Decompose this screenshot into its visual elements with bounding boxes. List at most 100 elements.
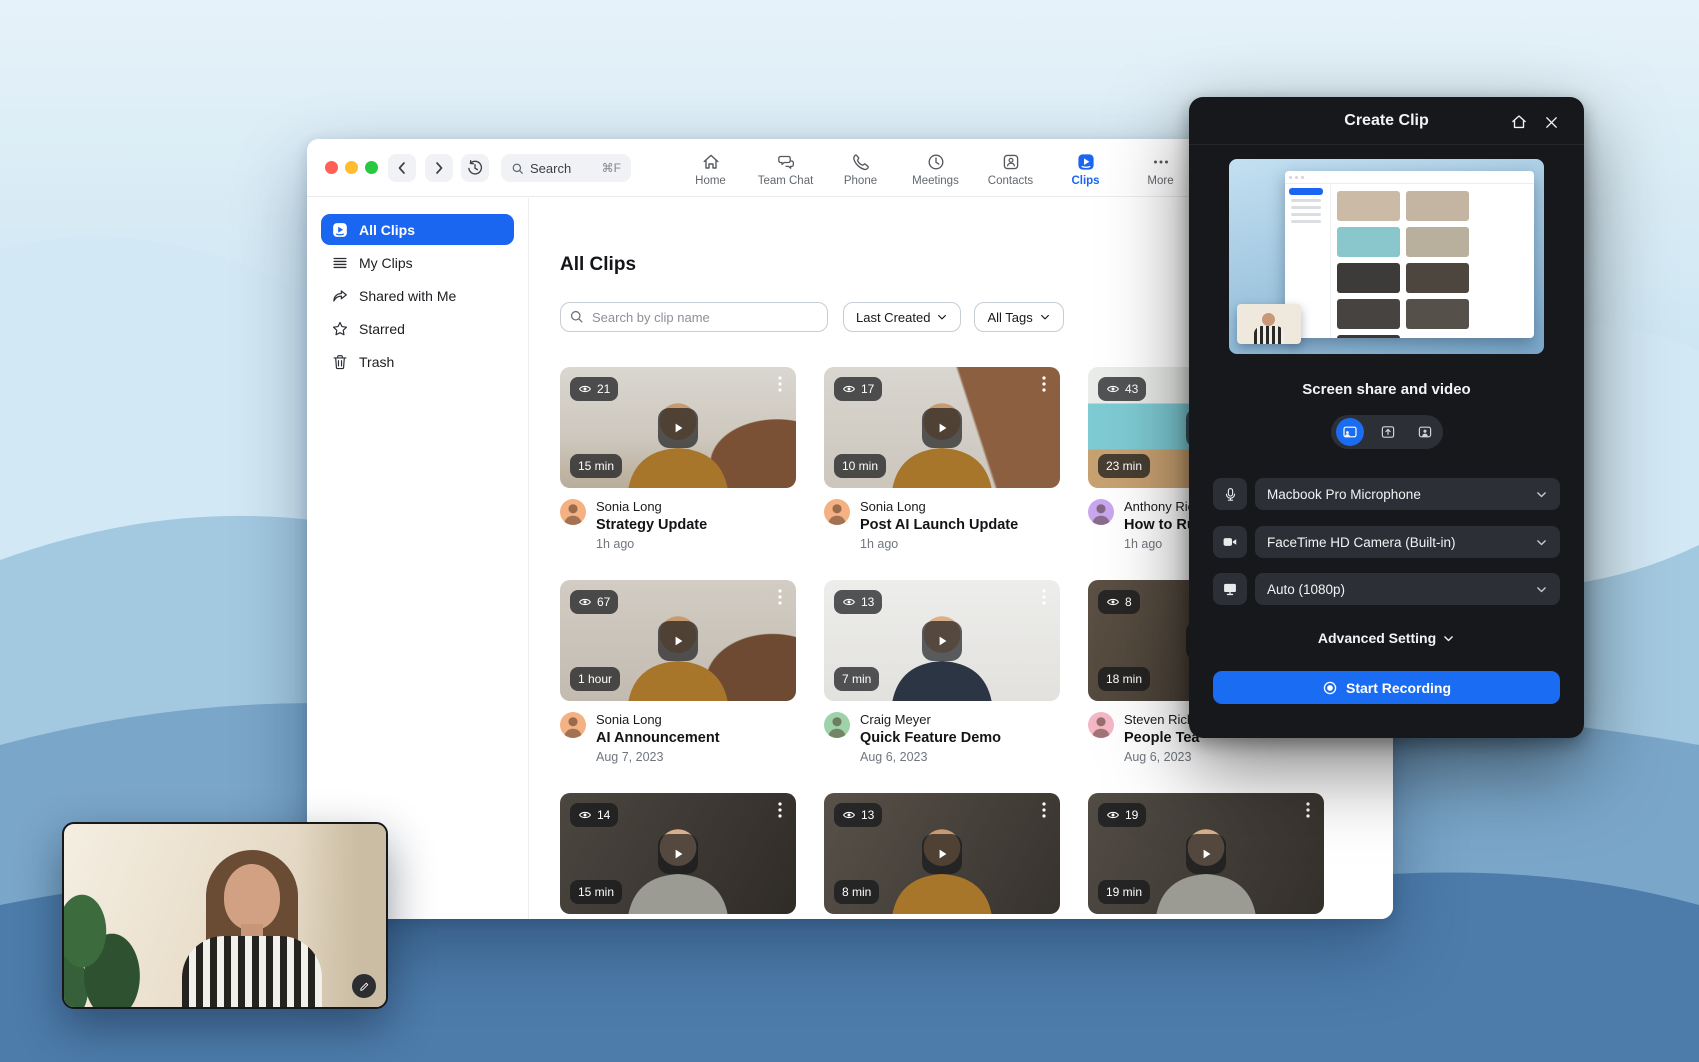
more-options-icon[interactable] bbox=[1034, 373, 1054, 395]
edit-badge[interactable] bbox=[352, 974, 376, 998]
clip-card[interactable]: 14 15 min Steven Richardson New Billing … bbox=[560, 793, 796, 919]
clip-title: People Tea bbox=[1124, 730, 1201, 746]
sort-filter-button[interactable]: Last Created bbox=[843, 302, 961, 332]
trash-icon bbox=[331, 353, 349, 371]
play-button[interactable] bbox=[658, 621, 698, 661]
clip-card[interactable]: 19 19 min Steven Richardson Benefits Ann… bbox=[1088, 793, 1324, 919]
tab-team-chat[interactable]: Team Chat bbox=[748, 146, 823, 192]
clip-card[interactable]: 13 8 min Sonia Long Next steps for 8/2 A… bbox=[824, 793, 1060, 919]
forward-chevron-icon bbox=[431, 160, 447, 176]
clip-thumbnail[interactable]: 13 7 min bbox=[824, 580, 1060, 701]
views-badge: 19 bbox=[1098, 803, 1146, 827]
home-icon bbox=[1510, 113, 1528, 131]
tab-phone[interactable]: Phone bbox=[823, 146, 898, 192]
clip-card[interactable]: 17 10 min Sonia Long Post AI Launch Upda… bbox=[824, 367, 1060, 551]
sidebar-item-my-clips[interactable]: My Clips bbox=[321, 247, 514, 278]
tab-contacts[interactable]: Contacts bbox=[973, 146, 1048, 192]
camera-only-icon bbox=[1417, 424, 1433, 440]
play-button[interactable] bbox=[922, 621, 962, 661]
sidebar-item-label: Starred bbox=[359, 321, 405, 337]
play-button[interactable] bbox=[658, 834, 698, 874]
views-badge: 8 bbox=[1098, 590, 1140, 614]
play-icon bbox=[934, 846, 950, 862]
more-options-icon[interactable] bbox=[770, 373, 790, 395]
camera-row: FaceTime HD Camera (Built-in) bbox=[1213, 526, 1560, 558]
clip-card[interactable]: 67 1 hour Sonia Long AI Announcement Aug… bbox=[560, 580, 796, 764]
microphone-select[interactable]: Macbook Pro Microphone bbox=[1255, 478, 1560, 510]
tab-clips[interactable]: Clips bbox=[1048, 146, 1123, 192]
global-search-field[interactable]: Search ⌘F bbox=[501, 154, 631, 182]
advanced-setting-toggle[interactable]: Advanced Setting bbox=[1189, 630, 1584, 646]
recording-preview bbox=[1229, 159, 1544, 354]
sidebar-item-all-clips[interactable]: All Clips bbox=[321, 214, 514, 245]
play-button[interactable] bbox=[922, 834, 962, 874]
forward-button[interactable] bbox=[425, 154, 453, 182]
clip-search-input[interactable] bbox=[560, 302, 828, 332]
clip-thumbnail[interactable]: 13 8 min bbox=[824, 793, 1060, 914]
top-navigation: Home Team Chat Phone Meetings Contacts C… bbox=[673, 146, 1198, 192]
resolution-select[interactable]: Auto (1080p) bbox=[1255, 573, 1560, 605]
tab-home[interactable]: Home bbox=[673, 146, 748, 192]
clip-thumbnail[interactable]: 67 1 hour bbox=[560, 580, 796, 701]
start-recording-button[interactable]: Start Recording bbox=[1213, 671, 1560, 704]
eye-icon bbox=[578, 597, 592, 607]
history-button[interactable] bbox=[461, 154, 489, 182]
play-button[interactable] bbox=[922, 408, 962, 448]
clip-card[interactable]: 21 15 min Sonia Long Strategy Update 1h … bbox=[560, 367, 796, 551]
tab-more[interactable]: More bbox=[1123, 146, 1198, 192]
back-button[interactable] bbox=[388, 154, 416, 182]
contact-card-icon bbox=[1001, 152, 1021, 172]
search-icon bbox=[511, 162, 524, 175]
screen-and-camera-icon bbox=[1342, 424, 1358, 440]
clip-author: Sonia Long bbox=[596, 712, 720, 727]
play-button[interactable] bbox=[658, 408, 698, 448]
sidebar-item-label: Shared with Me bbox=[359, 288, 456, 304]
microphone-value: Macbook Pro Microphone bbox=[1267, 487, 1421, 502]
clip-card[interactable]: 13 7 min Craig Meyer Quick Feature Demo … bbox=[824, 580, 1060, 764]
mode-screen-share-button[interactable] bbox=[1375, 419, 1401, 445]
duration-badge: 15 min bbox=[570, 880, 622, 904]
sidebar-item-starred[interactable]: Starred bbox=[321, 313, 514, 344]
resolution-row: Auto (1080p) bbox=[1213, 573, 1560, 605]
clip-thumbnail[interactable]: 19 19 min bbox=[1088, 793, 1324, 914]
filter-row: Last Created All Tags bbox=[560, 302, 1064, 332]
duration-badge: 7 min bbox=[834, 667, 879, 691]
camera-select[interactable]: FaceTime HD Camera (Built-in) bbox=[1255, 526, 1560, 558]
more-options-icon[interactable] bbox=[770, 799, 790, 821]
tab-label: Home bbox=[695, 175, 726, 187]
clip-thumbnail[interactable]: 14 15 min bbox=[560, 793, 796, 914]
avatar bbox=[560, 712, 586, 738]
clip-thumbnail[interactable]: 21 15 min bbox=[560, 367, 796, 488]
tab-meetings[interactable]: Meetings bbox=[898, 146, 973, 192]
clip-thumbnail[interactable]: 17 10 min bbox=[824, 367, 1060, 488]
sidebar-item-shared-with-me[interactable]: Shared with Me bbox=[321, 280, 514, 311]
avatar bbox=[824, 712, 850, 738]
mode-camera-only-button[interactable] bbox=[1412, 419, 1438, 445]
camera-preview-window[interactable] bbox=[62, 822, 388, 1009]
minimize-window-button[interactable] bbox=[345, 161, 358, 174]
sidebar-item-trash[interactable]: Trash bbox=[321, 346, 514, 377]
clip-author: Anthony Rio bbox=[1124, 499, 1196, 514]
clip-title: AI Announcement bbox=[596, 730, 720, 746]
tag-filter-button[interactable]: All Tags bbox=[974, 302, 1063, 332]
more-options-icon[interactable] bbox=[770, 586, 790, 608]
clip-title: How to Ru bbox=[1124, 517, 1196, 533]
tab-label: More bbox=[1147, 175, 1173, 187]
more-options-icon[interactable] bbox=[1034, 586, 1054, 608]
more-options-icon[interactable] bbox=[1034, 799, 1054, 821]
chevron-down-icon bbox=[1039, 311, 1051, 323]
panel-home-button[interactable] bbox=[1508, 111, 1530, 133]
fullscreen-window-button[interactable] bbox=[365, 161, 378, 174]
close-window-button[interactable] bbox=[325, 161, 338, 174]
play-button[interactable] bbox=[1186, 834, 1226, 874]
home-icon bbox=[701, 152, 721, 172]
more-options-icon[interactable] bbox=[1298, 799, 1318, 821]
duration-badge: 23 min bbox=[1098, 454, 1150, 478]
avatar bbox=[1088, 712, 1114, 738]
screen-share-icon bbox=[1380, 424, 1396, 440]
panel-close-button[interactable] bbox=[1540, 111, 1562, 133]
mode-screen-and-camera-button[interactable] bbox=[1336, 418, 1364, 446]
clip-author: Sonia Long bbox=[596, 499, 707, 514]
views-badge: 67 bbox=[570, 590, 618, 614]
start-recording-label: Start Recording bbox=[1346, 680, 1451, 696]
